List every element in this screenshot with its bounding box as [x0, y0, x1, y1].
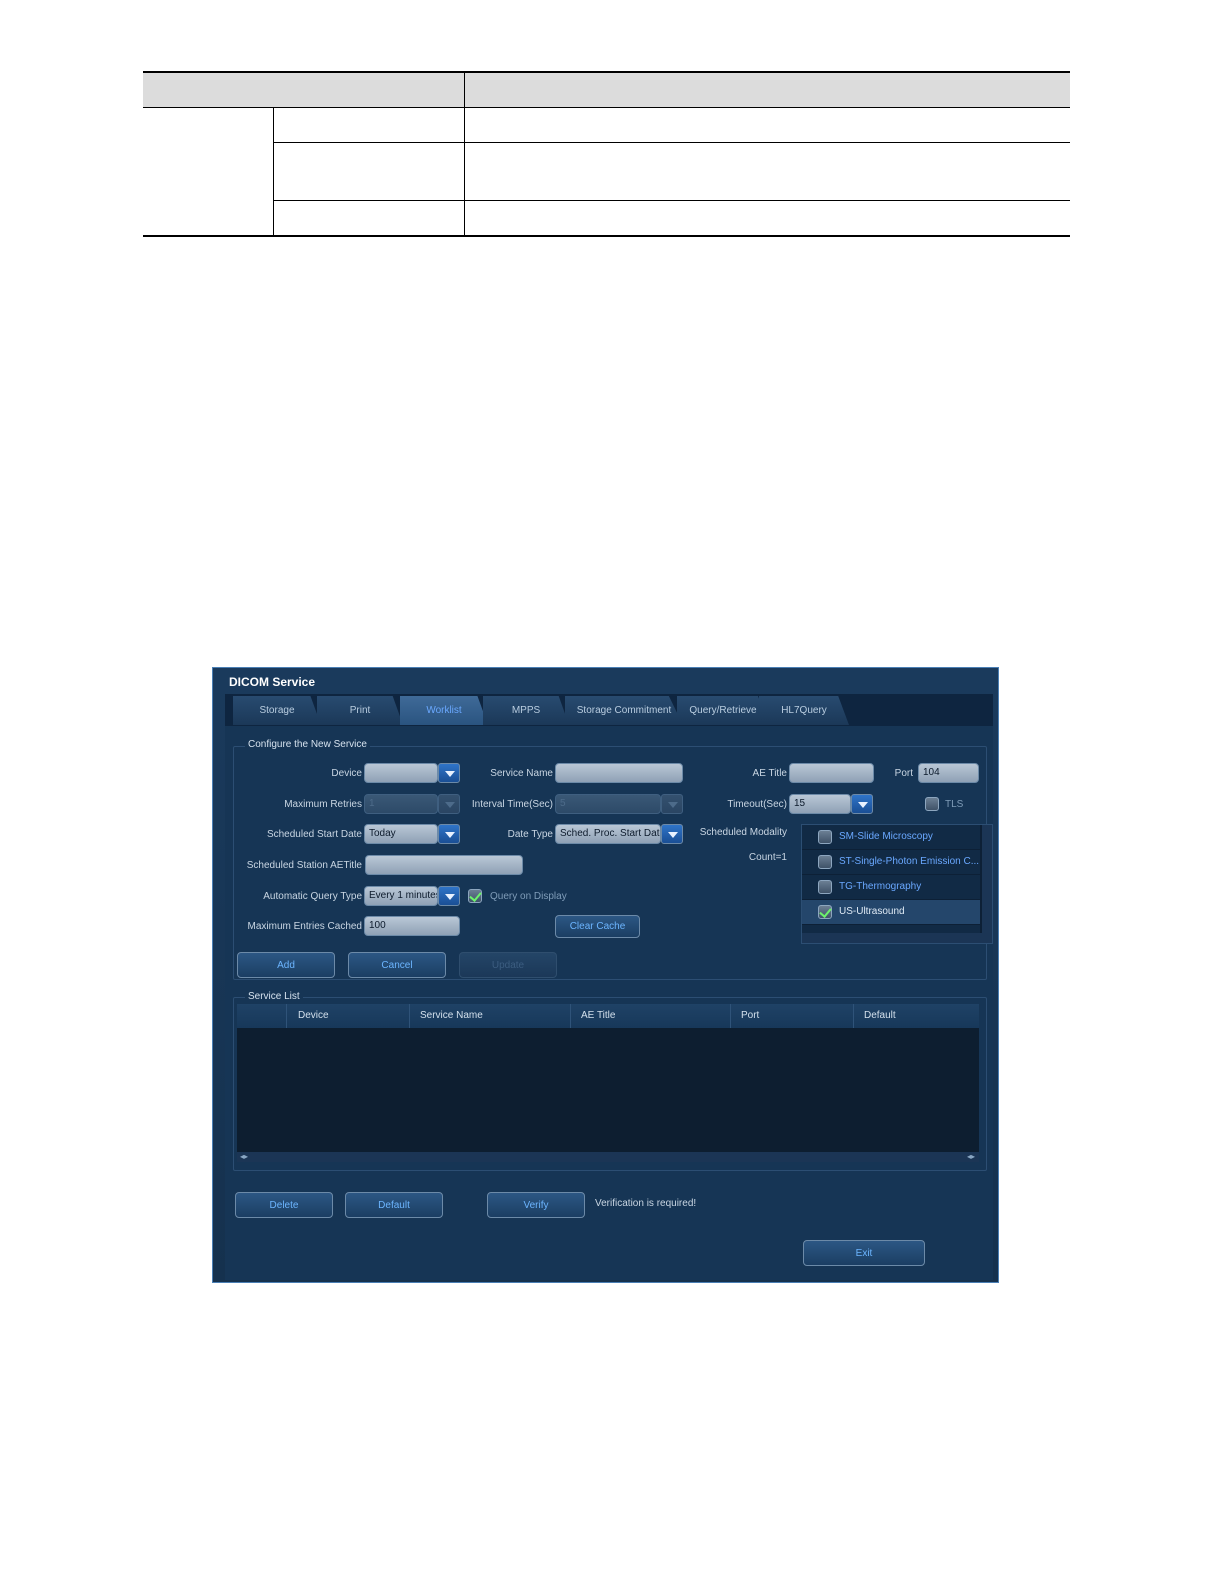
service-list-title: Service List [245, 991, 303, 1002]
modality-checkbox[interactable] [818, 830, 832, 844]
document-table [143, 71, 1070, 237]
column-header-service-name[interactable]: Service Name [420, 1010, 483, 1021]
table-column-rule [464, 73, 465, 235]
tls-label: TLS [945, 799, 964, 810]
modality-horizontal-scrollbar[interactable] [802, 933, 992, 943]
ae-title-label: AE Title [752, 768, 787, 779]
list-item[interactable]: US-Ultrasound [802, 900, 980, 924]
timeout-select[interactable]: 15 [789, 794, 851, 814]
table-horizontal-scrollbar[interactable]: ◂▸ ◂▸ [237, 1152, 979, 1162]
scheduled-modality-label: Scheduled Modality [699, 827, 787, 838]
service-list-table[interactable]: Device Service Name AE Title Port Defaul… [237, 1004, 979, 1162]
modality-label: US-Ultrasound [839, 906, 905, 917]
automatic-query-type-dropdown-button[interactable] [438, 886, 460, 906]
exit-button[interactable]: Exit [803, 1240, 925, 1266]
modality-checkbox[interactable] [818, 855, 832, 869]
table-row-rule [274, 200, 1070, 201]
scheduled-start-date-select[interactable]: Today [364, 824, 438, 844]
date-type-select[interactable]: Sched. Proc. Start Date [555, 824, 661, 844]
modality-count-label: Count=1 [748, 852, 787, 863]
ae-title-input[interactable] [789, 763, 874, 783]
automatic-query-type-select[interactable]: Every 1 minutes [364, 886, 438, 906]
tab-print[interactable]: Print [317, 696, 403, 725]
modality-vertical-scrollbar[interactable] [982, 825, 992, 933]
max-entries-cached-label: Maximum Entries Cached [247, 921, 362, 932]
table-row-rule [274, 142, 1070, 143]
column-separator [570, 1004, 571, 1028]
scheduled-start-date-dropdown-button[interactable] [438, 824, 460, 844]
column-header-port[interactable]: Port [741, 1010, 759, 1021]
default-button[interactable]: Default [345, 1192, 443, 1218]
max-retries-label: Maximum Retries [284, 799, 362, 810]
tab-query-retrieve[interactable]: Query/Retrieve [677, 696, 769, 725]
interval-time-select[interactable]: 5 [555, 794, 661, 814]
scheduled-station-aetitle-input[interactable] [365, 855, 523, 875]
clear-cache-button[interactable]: Clear Cache [555, 915, 640, 938]
column-separator [853, 1004, 854, 1028]
automatic-query-type-label: Automatic Query Type [263, 891, 362, 902]
dialog-title: DICOM Service [229, 675, 316, 689]
scheduled-modality-list[interactable]: SM-Slide Microscopy ST-Single-Photon Emi… [801, 824, 993, 944]
scheduled-station-aetitle-label: Scheduled Station AETitle [246, 860, 362, 871]
port-input[interactable]: 104 [918, 763, 979, 783]
interval-time-dropdown-button[interactable] [661, 794, 683, 814]
date-type-label: Date Type [507, 829, 553, 840]
delete-button[interactable]: Delete [235, 1192, 333, 1218]
list-item[interactable]: SM-Slide Microscopy [802, 825, 980, 849]
tab-hl7query[interactable]: HL7Query [759, 696, 849, 725]
tab-storage-commitment[interactable]: Storage Commitment [565, 696, 683, 725]
service-name-input[interactable] [555, 763, 683, 783]
verify-button[interactable]: Verify [487, 1192, 585, 1218]
modality-label: ST-Single-Photon Emission C... [839, 856, 980, 867]
device-select[interactable] [364, 763, 438, 783]
tls-checkbox[interactable] [925, 797, 939, 811]
list-item[interactable]: ST-Single-Photon Emission C... [802, 850, 980, 874]
query-on-display-label: Query on Display [490, 891, 567, 902]
modality-checkbox[interactable] [818, 905, 832, 919]
port-label: Port [894, 768, 913, 779]
dicom-service-dialog: DICOM Service Storage Print Worklist MPP… [212, 667, 999, 1283]
tab-storage[interactable]: Storage [233, 696, 321, 725]
verification-status: Verification is required! [595, 1198, 697, 1209]
column-header-ae-title[interactable]: AE Title [581, 1010, 615, 1021]
table-column-rule [273, 107, 274, 235]
modality-label: TG-Thermography [839, 881, 922, 892]
timeout-dropdown-button[interactable] [851, 794, 873, 814]
configure-group-title: Configure the New Service [245, 739, 370, 750]
interval-time-label: Interval Time(Sec) [471, 799, 553, 810]
tab-bar: Storage Print Worklist MPPS Storage Comm… [225, 694, 993, 726]
column-separator [409, 1004, 410, 1028]
max-retries-select[interactable]: 1 [364, 794, 438, 814]
date-type-dropdown-button[interactable] [661, 824, 683, 844]
scheduled-start-date-label: Scheduled Start Date [266, 829, 362, 840]
update-button[interactable]: Update [459, 952, 557, 978]
table-header-rule [143, 107, 1070, 108]
modality-label: SM-Slide Microscopy [839, 831, 933, 842]
list-item[interactable] [802, 925, 980, 933]
device-label: Device [331, 768, 362, 779]
table-header-row [143, 73, 1070, 108]
dialog-footer: Exit [225, 1236, 993, 1280]
column-header-device[interactable]: Device [298, 1010, 329, 1021]
service-name-label: Service Name [490, 768, 553, 779]
timeout-label: Timeout(Sec) [727, 799, 787, 810]
column-header-default[interactable]: Default [864, 1010, 896, 1021]
query-on-display-checkbox[interactable] [468, 889, 482, 903]
table-header: Device Service Name AE Title Port Defaul… [237, 1004, 979, 1028]
add-button[interactable]: Add [237, 952, 335, 978]
tab-worklist[interactable]: Worklist [400, 696, 488, 725]
device-dropdown-button[interactable] [438, 763, 460, 783]
max-retries-dropdown-button[interactable] [438, 794, 460, 814]
tab-mpps[interactable]: MPPS [483, 696, 569, 725]
worklist-panel: Configure the New Service Device Service… [225, 726, 993, 1236]
column-separator [730, 1004, 731, 1028]
list-item[interactable]: TG-Thermography [802, 875, 980, 899]
max-entries-cached-input[interactable]: 100 [364, 916, 460, 936]
modality-checkbox[interactable] [818, 880, 832, 894]
scroll-left-icon[interactable]: ◂▸ [240, 1152, 248, 1161]
scroll-right-icon[interactable]: ◂▸ [967, 1152, 975, 1161]
table-bottom-rule [143, 235, 1070, 237]
cancel-button[interactable]: Cancel [348, 952, 446, 978]
column-separator [286, 1004, 287, 1028]
